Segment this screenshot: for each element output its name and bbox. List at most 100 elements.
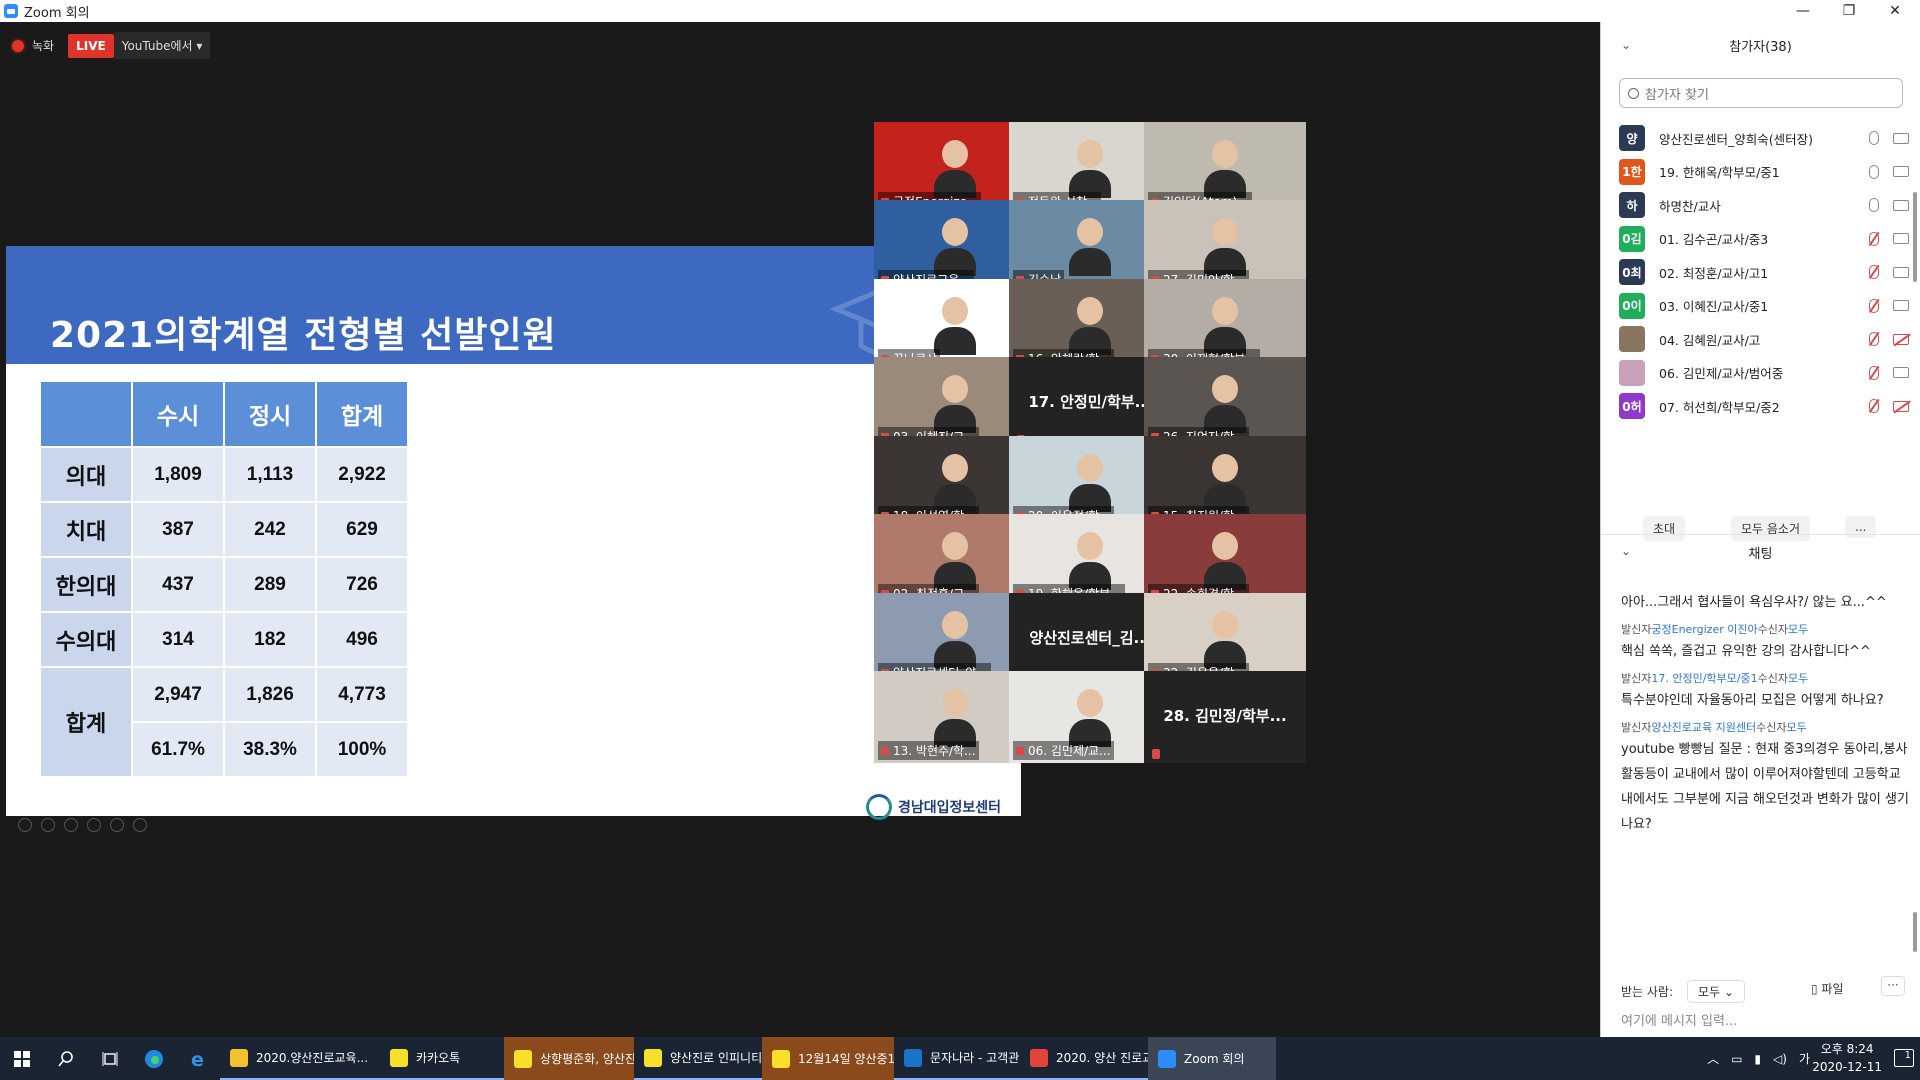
clock[interactable]: 오후 8:24 2020-12-11 [1812,1040,1882,1076]
taskbar-app-label: 카카오톡 [416,1051,461,1065]
participant-name: 13. 박현주/학... [878,741,979,760]
taskbar-app-button[interactable]: 12월14일 양산중1... [762,1037,894,1080]
mic-muted-icon[interactable] [1869,399,1879,413]
camera-icon[interactable] [1893,367,1909,378]
person-silhouette [934,611,976,669]
pen-icon[interactable] [64,818,78,832]
chat-sender-line: 발신자양산진로교육 지원센터수신자모두 [1621,719,1911,737]
person-silhouette [1204,140,1246,198]
camera-icon[interactable] [1893,233,1909,244]
participant-name: 하명찬/교사 [1659,198,1721,214]
participants-title: 참가자(38) [1729,40,1792,55]
task-view-icon[interactable] [88,1037,132,1080]
participant-name: 03. 이혜진/교사/중1 [1659,299,1769,314]
minimize-button[interactable]: — [1780,0,1826,22]
svg-text:e: e [191,1049,204,1069]
participant-name: 04. 김혜원/교사/고 [1659,332,1761,348]
more-icon[interactable] [133,818,147,832]
clock-time: 오후 8:24 [1820,1042,1874,1056]
table-header-cell: 정시 [225,382,315,446]
mic-icon[interactable] [1869,131,1879,145]
camera-icon[interactable] [1893,132,1909,144]
participant-name: 19. 한해옥/학부모/중1 [1659,165,1780,180]
side-panel: ⌄ 참가자(38) 참가자 찾기 양 양산진로센터_양희숙(센터장) 1한 19. 한… [1600,22,1920,1037]
recording-bar: 녹화 LIVE YouTube에서 ▾ [12,32,211,59]
ime-indicator[interactable]: 가 [1799,1050,1810,1067]
chevron-up-icon[interactable]: ︿ [1707,1050,1719,1067]
taskbar-app-button[interactable]: 2020. 양산 진로교... [1020,1037,1148,1080]
camera-icon[interactable] [1893,300,1909,311]
avatar [1619,359,1645,386]
meeting-area: 녹화 LIVE YouTube에서 ▾ 2021의학계열 전형별 선발인원 수시… [0,22,1600,1037]
participant-row[interactable]: 0허 07. 허선희/학부모/중2 [1619,386,1909,426]
avatar: 하 [1619,192,1645,218]
file-button[interactable]: ▯ 파일 [1811,980,1844,997]
person-silhouette [934,532,976,590]
camera-icon[interactable] [1893,266,1909,278]
participant-scrollbar[interactable] [1913,192,1917,282]
mic-muted-icon[interactable] [1869,265,1879,279]
person-silhouette [1069,218,1111,276]
chat-scrollbar[interactable] [1913,912,1917,952]
mic-icon[interactable] [1869,198,1879,212]
table-row: 수의대 314 182 496 [41,613,407,666]
recipient-select[interactable]: 모두 ⌄ [1687,980,1745,1003]
taskbar-app-button[interactable]: 양산진로 인피니티... [634,1037,762,1080]
chat-input[interactable]: 여기에 메시지 입력... [1621,1010,1737,1029]
slides-icon[interactable] [87,818,101,832]
zoom-icon[interactable] [110,818,124,832]
notification-icon[interactable]: 1 [1894,1049,1914,1067]
camera-off-icon[interactable] [1893,333,1909,345]
microphone-icon[interactable]: ▮ [1754,1052,1761,1066]
participant-name: 양산진로센터_양희숙(센터장) [1659,131,1814,147]
zoom-logo-icon [4,4,18,18]
taskbar-app-button[interactable]: Zoom 회의 [1148,1037,1276,1080]
table-cell: 242 [225,503,315,556]
app-icon [230,1048,248,1067]
mic-muted-icon[interactable] [1869,231,1879,246]
taskbar-app-button[interactable]: 2020.양산진로교육... [220,1037,380,1080]
camera-icon[interactable] [1893,199,1909,211]
chat-more-button[interactable]: ··· [1881,976,1905,996]
participant-name: 02. 최정훈/교사/고1 [1659,265,1769,281]
mic-muted-icon[interactable] [1869,332,1879,346]
person-silhouette [934,140,976,198]
taskbar-app-button[interactable]: 상향평준화, 양산진... [504,1037,634,1080]
chat-sender-line: 발신자17. 안정민/학부모/중1수신자모두 [1621,670,1911,688]
video-tile[interactable]: 28. 김민정/학부... [1144,671,1306,763]
participant-search-input[interactable]: 참가자 찾기 [1619,78,1903,108]
search-icon[interactable] [44,1037,88,1080]
volume-icon[interactable]: ◁) [1773,1052,1787,1066]
chat-to-pre: 수신자 [1756,721,1787,734]
network-icon[interactable]: ▭ [1731,1052,1742,1066]
taskbar-app-label: Zoom 회의 [1184,1052,1245,1066]
next-icon[interactable] [41,818,55,832]
recipient-label: 받는 사람: [1621,985,1674,999]
youtube-stream-button[interactable]: YouTube에서 ▾ [113,32,211,59]
person-silhouette [934,454,976,512]
close-button[interactable]: ✕ [1872,0,1918,22]
internet-explorer-icon[interactable]: e [176,1037,220,1080]
mic-muted-icon[interactable] [1869,298,1879,313]
mic-muted-icon[interactable] [1869,365,1879,380]
person-silhouette [1204,218,1246,276]
table-cell: 4,773 [317,668,407,721]
camera-icon[interactable] [1893,166,1909,177]
chat-message: 특수분야인데 자율동아리 모집은 어떻게 하나요? [1621,693,1884,708]
app-icon [644,1048,662,1067]
camera-off-icon[interactable] [1893,400,1909,412]
muted-icon [1152,749,1160,759]
windows-start-icon[interactable] [0,1037,44,1080]
prev-icon[interactable] [18,818,32,832]
taskbar-app-button[interactable]: 문자나라 - 고객관... [894,1037,1020,1080]
chat-title: 채팅 [1601,534,1920,562]
taskbar-app-button[interactable]: 카카오톡 [380,1037,504,1080]
table-header-row: 수시 정시 합계 [41,382,407,446]
person-silhouette [1069,454,1111,512]
app-icon [390,1048,408,1067]
edge-icon[interactable] [132,1037,176,1080]
app-icon [1030,1048,1048,1067]
maximize-button[interactable]: ❐ [1826,0,1872,22]
recipient-row: 받는 사람: 모두 ⌄ [1621,980,1745,1003]
mic-icon[interactable] [1869,164,1879,179]
